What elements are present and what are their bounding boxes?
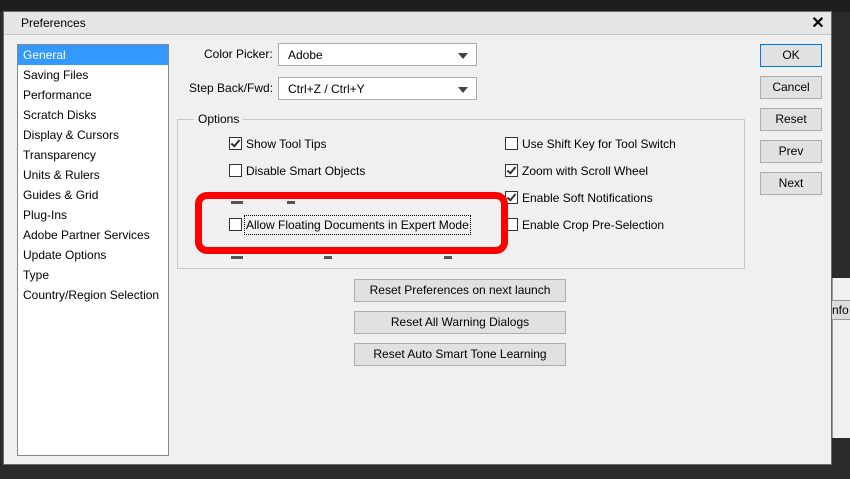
hidden-label-edge <box>324 256 332 259</box>
category-item[interactable]: Performance <box>18 85 168 105</box>
color-picker-label: Color Picker: <box>204 47 273 61</box>
category-item[interactable]: Guides & Grid <box>18 185 168 205</box>
checkbox-box <box>229 137 242 150</box>
cancel-button[interactable]: Cancel <box>760 76 822 99</box>
checkbox-box <box>229 218 242 231</box>
chevron-down-icon <box>458 53 468 59</box>
category-item[interactable]: Update Options <box>18 245 168 265</box>
checkbox-box <box>505 164 518 177</box>
prev-button[interactable]: Prev <box>760 140 822 163</box>
reset-button[interactable]: Reset <box>760 108 822 131</box>
preferences-dialog: Preferences ✕ General Saving Files Perform… <box>3 11 832 465</box>
hidden-checkbox-edge <box>231 256 243 259</box>
checkbox-label: Allow Floating Documents in Expert Mode <box>244 215 471 235</box>
next-button[interactable]: Next <box>760 172 822 195</box>
checkbox-label: Enable Crop Pre-Selection <box>522 218 665 232</box>
reset-warning-dialogs-button[interactable]: Reset All Warning Dialogs <box>354 311 566 334</box>
ok-button[interactable]: OK <box>760 44 822 67</box>
checkbox-box <box>505 218 518 231</box>
checkbox-box <box>229 164 242 177</box>
step-back-value: Ctrl+Z / Ctrl+Y <box>288 82 365 96</box>
category-item[interactable]: Country/Region Selection <box>18 285 168 305</box>
category-item[interactable]: Type <box>18 265 168 285</box>
title-bar: Preferences ✕ <box>4 12 831 35</box>
category-item[interactable]: General <box>18 45 168 65</box>
dialog-title: Preferences <box>21 16 86 30</box>
category-item[interactable]: Units & Rulers <box>18 165 168 185</box>
step-back-select[interactable]: Ctrl+Z / Ctrl+Y <box>278 77 477 100</box>
category-item[interactable]: Saving Files <box>18 65 168 85</box>
checkbox-label: Zoom with Scroll Wheel <box>522 164 649 178</box>
checkbox-box <box>505 137 518 150</box>
reset-preferences-button[interactable]: Reset Preferences on next launch <box>354 279 566 302</box>
color-picker-value: Adobe <box>288 48 323 62</box>
category-item[interactable]: Plug-Ins <box>18 205 168 225</box>
reset-smart-tone-button[interactable]: Reset Auto Smart Tone Learning <box>354 343 566 366</box>
checkbox-box <box>505 191 518 204</box>
checkbox-label: Enable Soft Notifications <box>522 191 653 205</box>
hidden-label-edge <box>444 256 452 259</box>
color-picker-select[interactable]: Adobe <box>278 43 477 66</box>
step-back-label: Step Back/Fwd: <box>189 81 274 95</box>
category-item[interactable]: Adobe Partner Services <box>18 225 168 245</box>
options-group-title: Options <box>194 112 244 126</box>
hidden-label-edge <box>287 201 295 204</box>
close-icon[interactable]: ✕ <box>809 13 827 33</box>
background-panel-header: nfo <box>832 300 850 320</box>
hidden-checkbox-edge <box>231 201 243 204</box>
category-list[interactable]: General Saving Files Performance Scratch Di… <box>17 44 169 456</box>
checkbox-label: Show Tool Tips <box>246 137 327 151</box>
checkbox-label: Use Shift Key for Tool Switch <box>522 137 676 151</box>
category-item[interactable]: Scratch Disks <box>18 105 168 125</box>
checkbox-label: Disable Smart Objects <box>246 164 366 178</box>
chevron-down-icon <box>458 87 468 93</box>
category-item[interactable]: Display & Cursors <box>18 125 168 145</box>
category-item[interactable]: Transparency <box>18 145 168 165</box>
